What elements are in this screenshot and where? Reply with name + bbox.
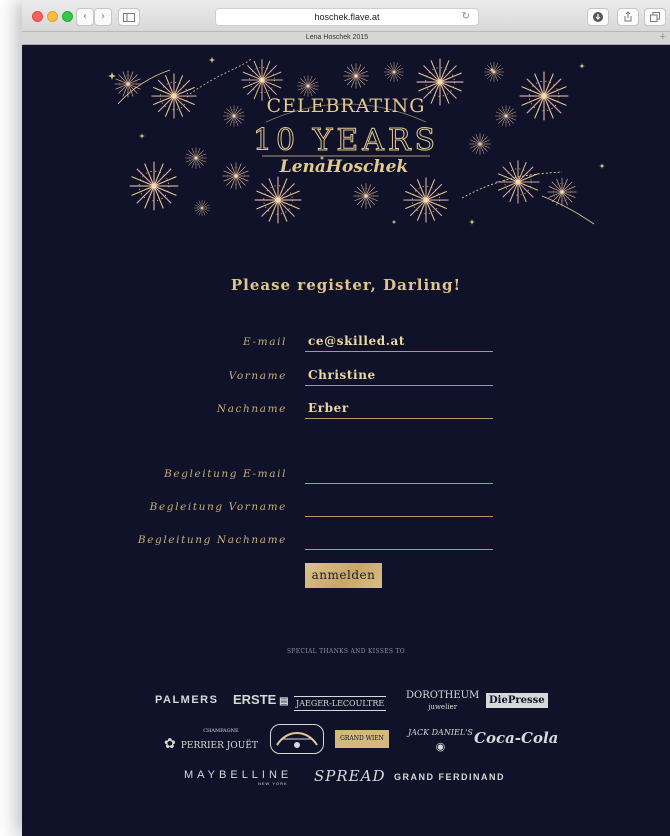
dorotheum-logo: DOROTHEUM juwelier — [406, 690, 479, 713]
erste-logo: ERSTE ▤ — [233, 692, 289, 707]
firstname-label: Vorname — [228, 370, 287, 382]
celebration-banner: CELEBRATING 10 YEARS LenaHoschek — [108, 56, 605, 225]
url-text: hoschek.flave.at — [314, 12, 380, 22]
perrier-jouet-text: PERRIER JOUËT — [180, 741, 258, 751]
new-tab-icon[interactable]: + — [660, 31, 666, 43]
celebration-title: CELEBRATING 10 YEARS LenaHoschek — [252, 95, 439, 177]
schiff-icon — [276, 732, 318, 748]
lastname-label: Nachname — [216, 403, 287, 415]
companion-email-row: Begleitung E-mail — [22, 464, 670, 486]
flower-icon: ✿ — [164, 736, 176, 752]
companion-lastname-field[interactable] — [305, 530, 493, 550]
maybelline-logo: MAYBELLINE NEW YORK — [184, 769, 293, 787]
companion-firstname-field[interactable] — [305, 497, 493, 517]
download-icon — [593, 12, 603, 22]
banner-line1: CELEBRATING — [267, 95, 426, 117]
downloads-button[interactable] — [587, 8, 609, 26]
zoom-window-button[interactable] — [62, 11, 73, 22]
address-bar[interactable]: hoschek.flave.at ↻ — [215, 8, 479, 26]
companion-lastname-row: Begleitung Nachname — [22, 530, 670, 552]
jack-daniels-logo: JACK DANIEL'S ◉ — [408, 724, 473, 753]
close-window-button[interactable] — [32, 11, 43, 22]
diepresse-logo: DiePresse — [486, 693, 548, 708]
email-row: E-mail ce@skilled.at — [22, 332, 670, 354]
jaeger-lecoultre-logo: JAEGER-LECOULTRE — [294, 696, 387, 711]
erste-bank-icon: ▤ — [276, 696, 289, 707]
browser-window: ‹ › hoschek.flave.at ↻ Lena Hoschek 2015… — [22, 0, 670, 836]
tabs-overview-button[interactable] — [644, 8, 666, 26]
maybelline-text: MAYBELLINE — [184, 769, 293, 781]
tabs-icon — [650, 12, 660, 22]
companion-email-label: Begleitung E-mail — [164, 468, 287, 480]
forward-button[interactable]: › — [94, 8, 112, 26]
spread-logo: SPREAD — [314, 767, 386, 785]
share-icon — [624, 11, 632, 22]
maybelline-subtext: NEW YORK — [258, 781, 288, 786]
reload-icon[interactable]: ↻ — [462, 9, 470, 25]
grand-wien-logo: GRAND WIEN — [335, 730, 389, 748]
sponsors-heading: SPECIAL THANKS AND KISSES TO — [286, 648, 406, 655]
companion-firstname-label: Begleitung Vorname — [149, 501, 287, 513]
back-button[interactable]: ‹ — [76, 8, 94, 26]
browser-toolbar: ‹ › hoschek.flave.at ↻ — [22, 0, 670, 32]
dorotheum-text: DOROTHEUM — [406, 690, 480, 701]
minimize-window-button[interactable] — [47, 11, 58, 22]
sidebar-button[interactable] — [118, 8, 140, 26]
coca-cola-logo: Coca-Cola — [474, 729, 559, 747]
lastname-field[interactable]: Erber — [305, 399, 493, 419]
sidebar-icon — [123, 13, 135, 22]
companion-email-field[interactable] — [305, 464, 493, 484]
email-field[interactable]: ce@skilled.at — [305, 332, 493, 352]
grand-ferdinand-logo: GRAND FERDINAND — [394, 772, 505, 782]
firstname-field[interactable]: Christine — [305, 366, 493, 386]
tab-title[interactable]: Lena Hoschek 2015 — [22, 32, 652, 44]
tab-bar: Lena Hoschek 2015 + — [22, 31, 670, 45]
dorotheum-subtext: juwelier — [428, 703, 458, 711]
jack-daniels-text: JACK DANIEL'S — [408, 728, 473, 737]
email-label: E-mail — [243, 336, 287, 348]
companion-firstname-row: Begleitung Vorname — [22, 497, 670, 519]
firstname-row: Vorname Christine — [22, 366, 670, 388]
register-button[interactable]: anmelden — [305, 563, 382, 588]
banner-line2: 10 YEARS — [253, 123, 439, 158]
perrier-champagne-text: CHAMPAGNE — [203, 728, 239, 734]
form-heading: Please register, Darling! — [230, 276, 462, 294]
perrier-jouet-logo: CHAMPAGNE ✿ PERRIER JOUËT — [164, 726, 258, 752]
erste-text: ERSTE — [233, 692, 277, 707]
chevron-left-icon: ‹ — [83, 11, 87, 22]
share-button[interactable] — [617, 8, 639, 26]
banner-line3: LenaHoschek — [279, 157, 408, 177]
schiff-logo — [270, 724, 324, 754]
palmers-logo: PALMERS — [155, 694, 219, 706]
jack-daniels-emblem-icon: ◉ — [435, 740, 446, 753]
lastname-row: Nachname Erber — [22, 399, 670, 421]
companion-lastname-label: Begleitung Nachname — [137, 534, 287, 546]
chevron-right-icon: › — [101, 11, 105, 22]
